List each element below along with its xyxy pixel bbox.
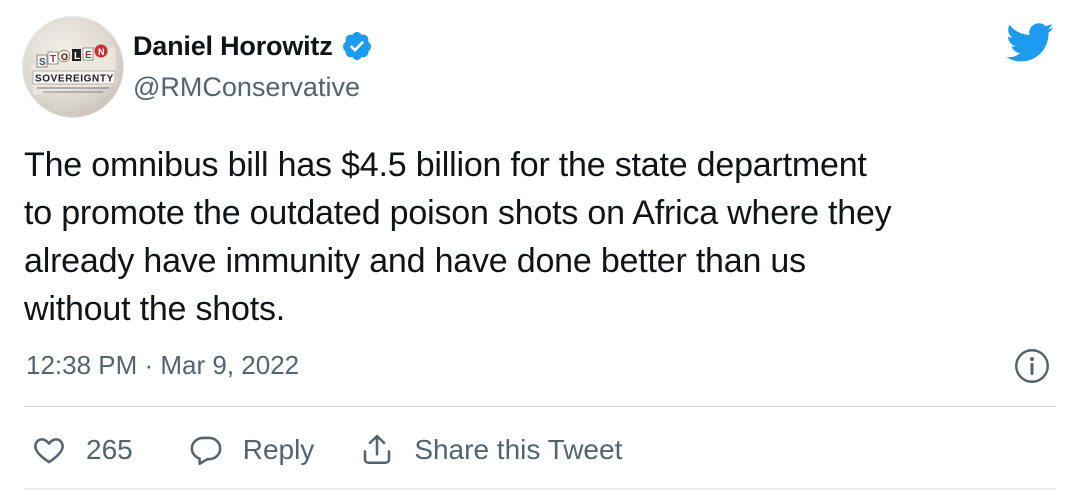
divider bbox=[24, 406, 1056, 407]
svg-text:S: S bbox=[39, 57, 46, 68]
verified-badge-icon bbox=[342, 32, 371, 60]
author-name-row[interactable]: Daniel Horowitz bbox=[133, 30, 373, 62]
heart-icon bbox=[34, 438, 64, 464]
avatar[interactable]: S T O L E N SOVEREIGNTY bbox=[22, 16, 124, 118]
svg-text:E: E bbox=[85, 50, 92, 61]
tweet-timestamp[interactable]: 12:38 PM · Mar 9, 2022 bbox=[26, 350, 299, 381]
reply-button[interactable]: Reply bbox=[189, 433, 315, 467]
action-bar: 265 Reply Share this Tweet bbox=[24, 425, 622, 475]
author-handle[interactable]: @RMConservative bbox=[133, 72, 360, 103]
like-count: 265 bbox=[86, 434, 133, 465]
reply-bubble-icon bbox=[190, 436, 222, 466]
svg-text:N: N bbox=[98, 47, 105, 57]
share-icon bbox=[363, 434, 391, 465]
twitter-bird-icon[interactable] bbox=[1006, 22, 1054, 64]
like-button[interactable]: 265 bbox=[32, 433, 133, 467]
svg-text:O: O bbox=[61, 52, 68, 62]
tweet-text: The omnibus bill has $4.5 billion for th… bbox=[24, 146, 892, 328]
svg-text:T: T bbox=[50, 54, 56, 65]
author-display-name[interactable]: Daniel Horowitz bbox=[133, 31, 333, 62]
avatar-logo-image: S T O L E N SOVEREIGNTY bbox=[31, 44, 117, 95]
share-label: Share this Tweet bbox=[414, 434, 623, 465]
share-button[interactable]: Share this Tweet bbox=[360, 433, 622, 467]
reply-label: Reply bbox=[242, 434, 315, 465]
info-icon[interactable] bbox=[1014, 348, 1050, 384]
svg-text:SOVEREIGNTY: SOVEREIGNTY bbox=[35, 74, 114, 85]
svg-text:L: L bbox=[74, 51, 80, 62]
